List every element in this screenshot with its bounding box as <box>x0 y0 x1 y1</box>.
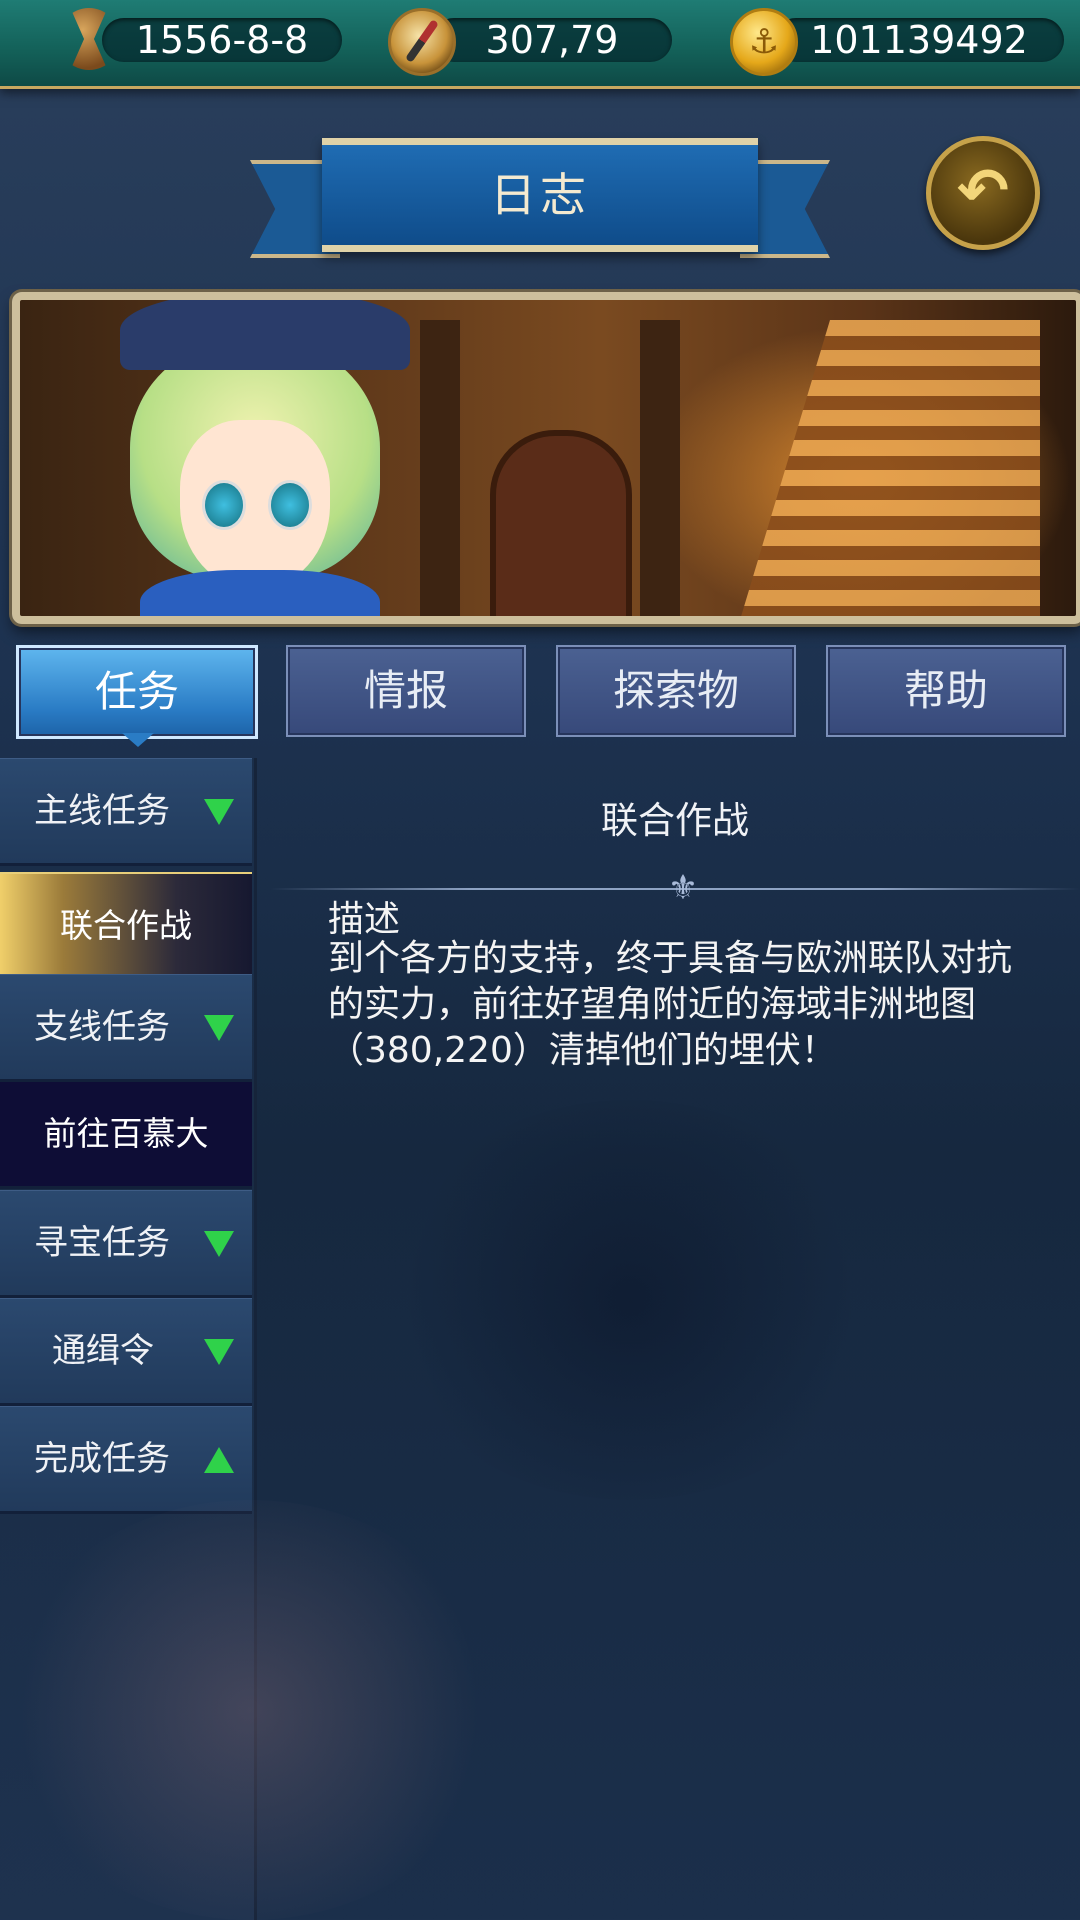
description-label: 描述 <box>328 899 401 940</box>
return-arrow-icon: ↶ <box>957 154 1009 227</box>
sidebar-item-treasure-quest[interactable]: 寻宝任务 <box>0 1190 252 1298</box>
tab-help[interactable]: 帮助 <box>826 645 1066 737</box>
sidebar-item-side-quest[interactable]: 支线任务 <box>0 974 252 1082</box>
expand-arrow-icon <box>204 1015 234 1041</box>
date-value: 1556-8-8 <box>135 18 309 62</box>
background-blur <box>0 1500 500 1920</box>
character-portrait <box>60 300 410 616</box>
page-title-banner: 日志 <box>322 138 758 252</box>
spiral-staircase <box>740 320 1040 616</box>
coords-value: 307,79 <box>485 18 619 62</box>
sidebar-item-wanted[interactable]: 通缉令 <box>0 1298 252 1406</box>
character-eye <box>202 480 246 530</box>
character-hat <box>120 300 410 370</box>
sidebar-item-label: 主线任务 <box>34 791 170 831</box>
character-face <box>180 420 330 590</box>
sidebar-item-completed[interactable]: 完成任务 <box>0 1406 252 1514</box>
character-cloak <box>140 570 380 616</box>
tab-explorations[interactable]: 探索物 <box>556 645 796 737</box>
sidebar-item-label: 通缉令 <box>52 1331 154 1371</box>
back-button[interactable]: ↶ <box>926 136 1040 250</box>
page-title: 日志 <box>490 168 590 222</box>
wooden-beam <box>640 320 680 616</box>
arched-door <box>490 430 632 616</box>
quest-item-bermuda[interactable]: 前往百慕大 <box>0 1082 252 1189</box>
wooden-beam <box>420 320 460 616</box>
background-blur <box>380 1100 880 1500</box>
collapse-arrow-icon <box>204 1447 234 1473</box>
description-text: 到个各方的支持，终于具备与欧洲联队对抗的实力，前往好望角附近的海域非洲地图（38… <box>328 938 1013 1071</box>
scene-banner <box>12 292 1080 624</box>
tab-intel[interactable]: 情报 <box>286 645 526 737</box>
expand-arrow-icon <box>204 1231 234 1257</box>
sidebar-item-label: 完成任务 <box>34 1439 170 1479</box>
character-eye <box>268 480 312 530</box>
quest-item-joint-operation[interactable]: 联合作战 <box>0 872 252 980</box>
sidebar-item-label: 寻宝任务 <box>34 1223 170 1263</box>
status-bar: 1556-8-8 307,79 101139492 <box>0 0 1080 89</box>
divider-ornament-icon: ⚜ <box>667 868 699 908</box>
expand-arrow-icon <box>204 1339 234 1365</box>
tab-tasks[interactable]: 任务 <box>16 645 258 739</box>
quest-title: 联合作战 <box>601 799 749 842</box>
expand-arrow-icon <box>204 799 234 825</box>
gold-value: 101139492 <box>810 18 1028 62</box>
sidebar-item-label: 支线任务 <box>34 1007 170 1047</box>
sidebar-item-main-quest[interactable]: 主线任务 <box>0 758 252 866</box>
tab-pointer <box>122 733 154 747</box>
